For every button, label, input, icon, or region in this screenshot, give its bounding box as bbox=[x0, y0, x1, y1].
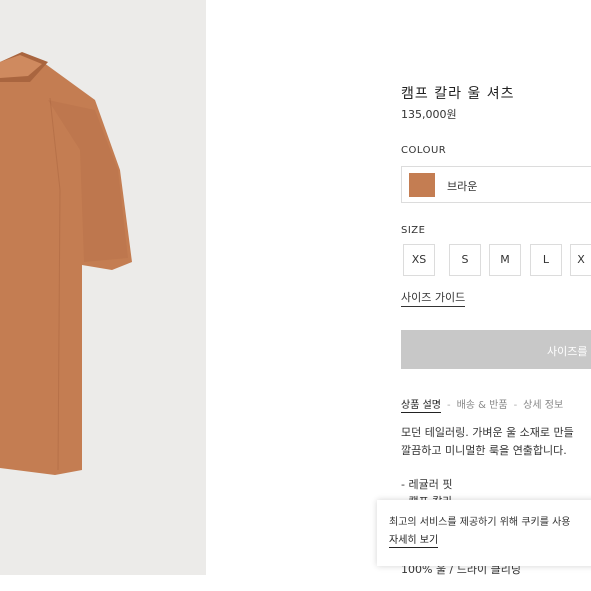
colour-label: COLOUR bbox=[401, 145, 447, 156]
select-size-button-label: 사이즈를 bbox=[547, 345, 588, 358]
description-bullet: - 레귤러 핏 bbox=[401, 478, 453, 491]
product-description: 모던 테일러링. 가벼운 울 소재로 만들 깔끔하고 미니멀한 룩을 연출합니다… bbox=[401, 424, 574, 460]
description-line: 깔끔하고 미니멀한 룩을 연출합니다. bbox=[401, 444, 567, 457]
size-option-xl[interactable]: X bbox=[570, 244, 591, 276]
tab-description[interactable]: 상품 설명 bbox=[401, 396, 441, 413]
size-label: SIZE bbox=[401, 225, 426, 236]
size-option-xs[interactable]: XS bbox=[403, 244, 435, 276]
select-size-button[interactable]: 사이즈를 bbox=[401, 330, 591, 369]
cookie-banner: 최고의 서비스를 제공하기 위해 쿠키를 사용 자세히 보기 bbox=[377, 500, 591, 566]
cookie-details-link[interactable]: 자세히 보기 bbox=[389, 531, 439, 548]
shirt-illustration bbox=[0, 52, 132, 475]
product-page: 캠프 칼라 울 셔츠 135,000원 COLOUR 브라운 SIZE XS S… bbox=[0, 0, 591, 591]
cookie-message: 최고의 서비스를 제공하기 위해 쿠키를 사용 bbox=[389, 517, 571, 528]
tab-details[interactable]: 상세 정보 bbox=[523, 396, 563, 411]
size-option-l[interactable]: L bbox=[530, 244, 562, 276]
size-option-m[interactable]: M bbox=[489, 244, 521, 276]
colour-name: 브라운 bbox=[447, 180, 478, 193]
tab-separator: - bbox=[446, 400, 451, 411]
product-price: 135,000원 bbox=[401, 108, 457, 121]
info-tabs: 상품 설명 - 배송 & 반품 - 상세 정보 bbox=[401, 396, 563, 413]
product-image bbox=[0, 0, 206, 575]
tab-separator: - bbox=[513, 400, 518, 411]
tab-shipping-returns[interactable]: 배송 & 반품 bbox=[457, 396, 508, 411]
size-guide-link[interactable]: 사이즈 가이드 bbox=[401, 289, 466, 307]
product-title: 캠프 칼라 울 셔츠 bbox=[401, 86, 515, 102]
size-option-s[interactable]: S bbox=[449, 244, 481, 276]
description-line: 모던 테일러링. 가벼운 울 소재로 만들 bbox=[401, 426, 574, 439]
colour-selector[interactable]: 브라운 bbox=[401, 166, 591, 203]
colour-swatch bbox=[409, 173, 435, 197]
